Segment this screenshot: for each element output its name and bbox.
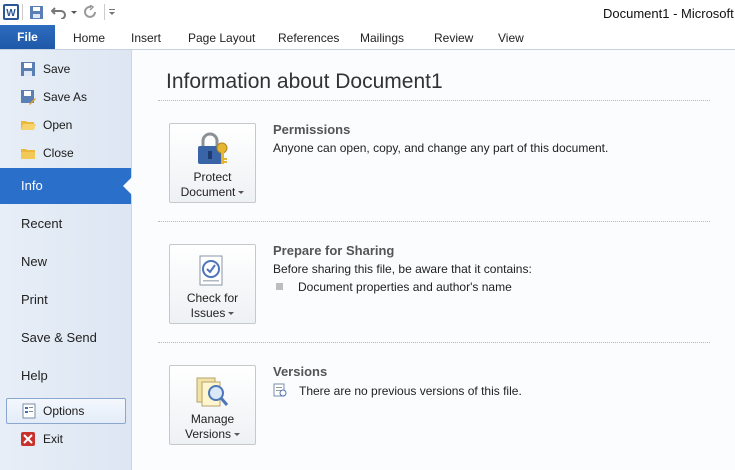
permissions-text: Anyone can open, copy, and change any pa… (273, 141, 609, 155)
tab-insert[interactable]: Insert (131, 31, 161, 45)
manage-versions-line2-wrap: Versions (170, 427, 255, 441)
nav-tab-save-send-label: Save & Send (21, 330, 97, 345)
protect-document-button[interactable]: Protect Document (169, 123, 256, 203)
manage-versions-line2: Versions (184, 427, 232, 441)
save-command[interactable]: Save (0, 56, 131, 82)
nav-tab-print[interactable]: Print (0, 282, 131, 318)
lock-key-icon (194, 132, 230, 168)
manage-versions-line1: Manage (190, 412, 235, 426)
check-for-issues-line2: Issues (190, 306, 226, 320)
manage-versions-button[interactable]: Manage Versions (169, 365, 256, 445)
undo-icon[interactable] (49, 3, 69, 21)
tab-references[interactable]: References (278, 31, 339, 45)
word-app-icon[interactable]: W (2, 3, 20, 21)
title-bar: W Document1 - Microsoft W (0, 0, 735, 25)
separator (22, 4, 23, 20)
check-for-issues-line1: Check for (186, 291, 239, 305)
nav-tab-help[interactable]: Help (0, 358, 131, 394)
tab-view[interactable]: View (498, 31, 524, 45)
save-as-icon (20, 89, 36, 105)
protect-document-line2: Document (180, 185, 236, 199)
undo-dropdown-icon[interactable] (70, 3, 78, 21)
save-label: Save (43, 62, 71, 76)
customize-toolbar-icon[interactable] (107, 3, 117, 21)
nav-tab-new-label: New (21, 254, 48, 269)
close-label: Close (43, 146, 74, 160)
exit-icon (20, 431, 36, 447)
quick-save-icon[interactable] (27, 3, 45, 21)
chevron-down-icon (228, 312, 235, 316)
bullet-icon (276, 283, 283, 290)
nav-tab-new[interactable]: New (0, 244, 131, 280)
tab-review[interactable]: Review (434, 31, 473, 45)
close-folder-icon (20, 145, 36, 161)
options-icon (21, 403, 37, 419)
exit-command[interactable]: Exit (0, 426, 131, 452)
inspect-document-icon (194, 253, 230, 289)
backstage-nav: Save Save As Open Close Info Recent New … (0, 50, 132, 470)
tab-file[interactable]: File (0, 25, 55, 49)
open-folder-icon (20, 117, 36, 133)
protect-document-line1: Protect (193, 170, 232, 184)
tab-mailings[interactable]: Mailings (360, 31, 404, 45)
versions-magnifier-icon (194, 374, 230, 410)
save-as-label: Save As (43, 90, 88, 104)
versions-heading: Versions (273, 364, 328, 379)
versions-text: There are no previous versions of this f… (299, 384, 522, 398)
open-label: Open (43, 118, 73, 132)
info-panel: Information about Document1 Protect Docu… (132, 50, 735, 470)
options-label: Options (43, 404, 85, 418)
divider (158, 100, 710, 101)
nav-tab-recent[interactable]: Recent (0, 206, 131, 242)
exit-label: Exit (43, 432, 64, 446)
svg-text:W: W (6, 8, 16, 19)
tab-page-layout[interactable]: Page Layout (188, 31, 255, 45)
save-icon (20, 61, 36, 77)
nav-tab-help-label: Help (21, 368, 48, 383)
save-as-command[interactable]: Save As (0, 84, 131, 110)
chevron-down-icon (238, 191, 245, 195)
nav-tab-save-send[interactable]: Save & Send (0, 320, 131, 356)
document-version-icon (273, 383, 287, 397)
open-command[interactable]: Open (0, 112, 131, 138)
window-title: Document1 - Microsoft W (603, 6, 735, 21)
separator (104, 4, 105, 20)
nav-tab-recent-label: Recent (21, 216, 63, 231)
protect-document-line2-wrap: Document (170, 185, 255, 199)
nav-tab-print-label: Print (21, 292, 48, 307)
selected-notch (123, 177, 132, 195)
chevron-down-icon (234, 433, 241, 437)
tab-home[interactable]: Home (73, 31, 105, 45)
close-command[interactable]: Close (0, 140, 131, 166)
ribbon-tab-bar: File Home Insert Page Layout References … (0, 25, 735, 50)
check-for-issues-button[interactable]: Check for Issues (169, 244, 256, 324)
page-title: Information about Document1 (166, 70, 443, 93)
divider (158, 342, 710, 343)
nav-tab-info[interactable]: Info (0, 168, 132, 204)
sharing-text: Before sharing this file, be aware that … (273, 262, 532, 276)
options-command[interactable]: Options (6, 398, 126, 424)
permissions-heading: Permissions (273, 122, 351, 137)
nav-tab-info-label: Info (21, 178, 43, 193)
sharing-bullet-item: Document properties and author's name (298, 280, 512, 294)
check-for-issues-line2-wrap: Issues (170, 306, 255, 320)
redo-icon[interactable] (82, 3, 100, 21)
sharing-heading: Prepare for Sharing (273, 243, 395, 258)
divider (158, 221, 710, 222)
